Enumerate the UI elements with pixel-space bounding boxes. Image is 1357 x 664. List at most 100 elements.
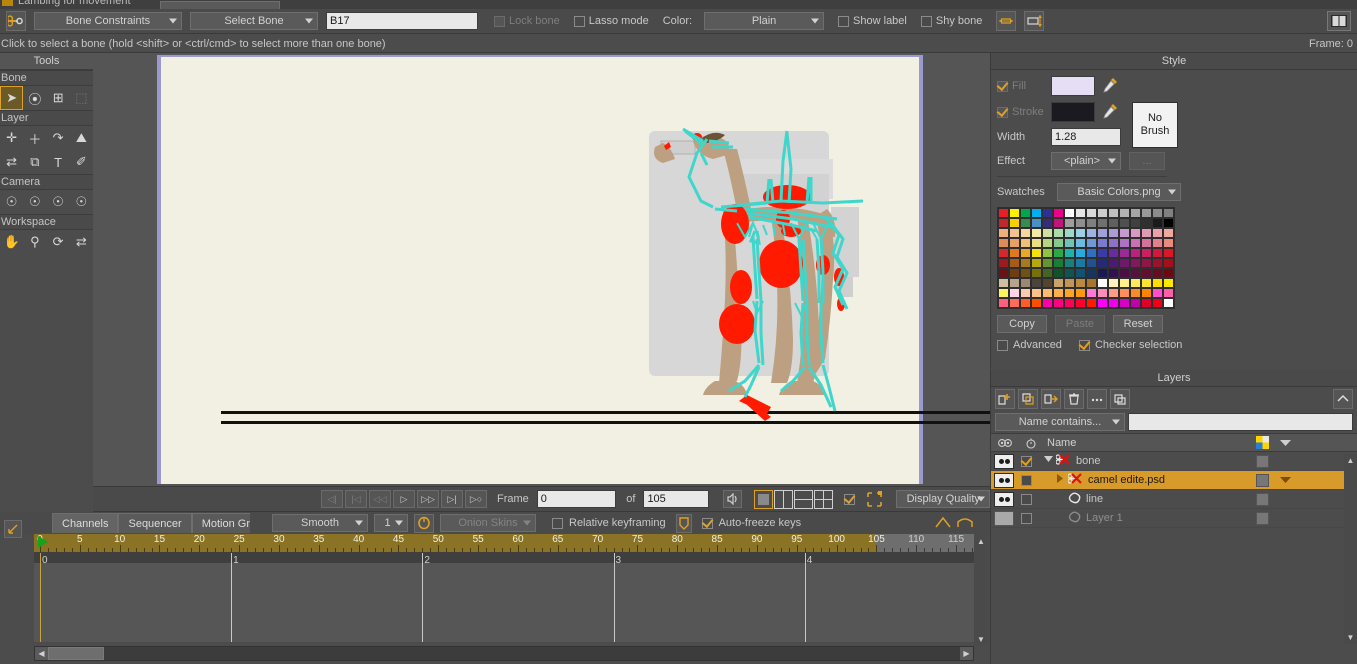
swatch-2-10[interactable] (1108, 228, 1119, 238)
reset-workspace-tool[interactable]: ⇄ (70, 230, 93, 254)
swatch-4-1[interactable] (1009, 248, 1020, 258)
view-quad-pane-icon[interactable] (814, 489, 834, 509)
swatch-7-7[interactable] (1075, 278, 1086, 288)
camel-artwork-with-bones[interactable] (641, 119, 901, 429)
add-bone-tool[interactable]: ⦿ (23, 86, 46, 110)
swatch-0-14[interactable] (1152, 208, 1163, 218)
swatch-1-2[interactable] (1020, 218, 1031, 228)
swatch-3-12[interactable] (1130, 238, 1141, 248)
timeline-tab-sequencer[interactable]: Sequencer (118, 513, 192, 533)
lock-bone-checkbox[interactable] (494, 15, 505, 27)
timeline-horizontal-scrollbar[interactable]: ◀ ▶ (34, 646, 974, 661)
swatch-5-12[interactable] (1130, 258, 1141, 268)
swatch-1-14[interactable] (1152, 218, 1163, 228)
book-panel-icon[interactable] (1327, 11, 1351, 31)
swatch-2-14[interactable] (1152, 228, 1163, 238)
swatch-5-11[interactable] (1119, 258, 1130, 268)
color-column-icon[interactable] (1251, 436, 1273, 449)
frame-input[interactable]: 0 (536, 490, 617, 508)
swatch-6-14[interactable] (1152, 268, 1163, 278)
transform-layer-tool[interactable]: ✛ (0, 126, 23, 150)
text-tool[interactable]: T (47, 150, 70, 174)
fill-color-swatch[interactable] (1051, 76, 1095, 96)
swatch-8-9[interactable] (1097, 288, 1108, 298)
swatch-7-3[interactable] (1031, 278, 1042, 288)
swatch-7-0[interactable] (998, 278, 1009, 288)
canvas-viewport[interactable] (93, 53, 990, 486)
swatch-grid[interactable] (997, 207, 1175, 309)
swatch-1-11[interactable] (1119, 218, 1130, 228)
swatch-0-8[interactable] (1086, 208, 1097, 218)
layer-color-swatch[interactable] (1255, 492, 1269, 506)
swatch-4-0[interactable] (998, 248, 1009, 258)
swatch-4-4[interactable] (1042, 248, 1053, 258)
step-back-button[interactable]: ◁◁ (369, 490, 391, 508)
stroke-checkbox[interactable] (997, 106, 1008, 118)
triangle-up-icon[interactable] (934, 516, 952, 531)
swatch-2-5[interactable] (1053, 228, 1064, 238)
swatch-7-14[interactable] (1152, 278, 1163, 288)
swatch-3-15[interactable] (1163, 238, 1174, 248)
transform-bone-tool[interactable]: ➤ (0, 86, 24, 110)
swatch-1-7[interactable] (1075, 218, 1086, 228)
swatch-4-2[interactable] (1020, 248, 1031, 258)
layer-enable-cell[interactable] (1014, 455, 1038, 467)
swatch-5-13[interactable] (1141, 258, 1152, 268)
offset-bone-tool[interactable]: ⊞ (47, 86, 70, 110)
swatch-9-11[interactable] (1119, 298, 1130, 308)
swatch-8-1[interactable] (1009, 288, 1020, 298)
camera-pan-tool[interactable]: ☉ (70, 190, 93, 214)
layer-row[interactable]: camel edite.psd (991, 471, 1357, 490)
swatch-8-14[interactable] (1152, 288, 1163, 298)
bone-name-input[interactable]: B17 (326, 12, 478, 30)
swatch-7-9[interactable] (1097, 278, 1108, 288)
reset-button[interactable]: Reset (1113, 315, 1163, 333)
scroll-down-icon[interactable]: ▼ (1344, 631, 1357, 644)
zoom-workspace-tool[interactable]: ⚲ (23, 230, 46, 254)
layer-filter-combo[interactable]: Name contains... (995, 413, 1125, 431)
timeline-ruler[interactable]: 0510152025303540455055606570758085909510… (34, 534, 974, 552)
swatch-3-6[interactable] (1064, 238, 1075, 248)
swatch-6-11[interactable] (1119, 268, 1130, 278)
layer-name-cell[interactable]: line (1038, 492, 1251, 507)
camera-track-tool[interactable]: ☉ (0, 190, 23, 214)
swatch-0-3[interactable] (1031, 208, 1042, 218)
swatch-2-13[interactable] (1141, 228, 1152, 238)
swatch-7-12[interactable] (1130, 278, 1141, 288)
swatch-8-15[interactable] (1163, 288, 1174, 298)
auto-freeze-keys-checkbox[interactable] (701, 517, 713, 529)
layer-enable-cell[interactable] (1014, 474, 1038, 486)
swatch-0-4[interactable] (1042, 208, 1053, 218)
show-label-checkbox[interactable] (838, 15, 850, 27)
timeline-tab-channels[interactable]: Channels (52, 513, 119, 533)
swatch-3-13[interactable] (1141, 238, 1152, 248)
swatch-3-3[interactable] (1031, 238, 1042, 248)
total-frames-input[interactable]: 105 (643, 490, 709, 508)
lasso-mode-checkbox[interactable] (573, 15, 585, 27)
swatch-9-8[interactable] (1086, 298, 1097, 308)
layer-row[interactable]: bone (991, 452, 1357, 471)
layer-clone-tool[interactable]: ⧉ (23, 150, 46, 174)
swatch-5-6[interactable] (1064, 258, 1075, 268)
swatch-6-4[interactable] (1042, 268, 1053, 278)
layers-vertical-scrollbar[interactable]: ▲ ▼ (1344, 454, 1357, 644)
swatch-9-1[interactable] (1009, 298, 1020, 308)
swatch-9-5[interactable] (1053, 298, 1064, 308)
swatch-8-10[interactable] (1108, 288, 1119, 298)
shear-layer-tool[interactable]: ⛰ (70, 126, 93, 150)
swatch-6-15[interactable] (1163, 268, 1174, 278)
interpolation-amount-combo[interactable]: 1 (374, 514, 408, 532)
scroll-up-icon[interactable]: ▲ (974, 534, 988, 548)
next-keyframe-button[interactable]: ▷| (441, 490, 463, 508)
relative-keyframing-checkbox[interactable] (552, 517, 563, 529)
layer-filter-input[interactable] (1128, 413, 1353, 431)
swatch-3-1[interactable] (1009, 238, 1020, 248)
swatch-9-6[interactable] (1064, 298, 1075, 308)
speaker-icon[interactable] (722, 490, 743, 508)
layer-enable-checkbox[interactable] (1020, 455, 1032, 467)
swatch-8-8[interactable] (1086, 288, 1097, 298)
swatch-8-13[interactable] (1141, 288, 1152, 298)
swatch-6-8[interactable] (1086, 268, 1097, 278)
interpolation-combo[interactable]: Smooth (272, 514, 368, 532)
view-two-pane-icon[interactable] (774, 489, 794, 509)
